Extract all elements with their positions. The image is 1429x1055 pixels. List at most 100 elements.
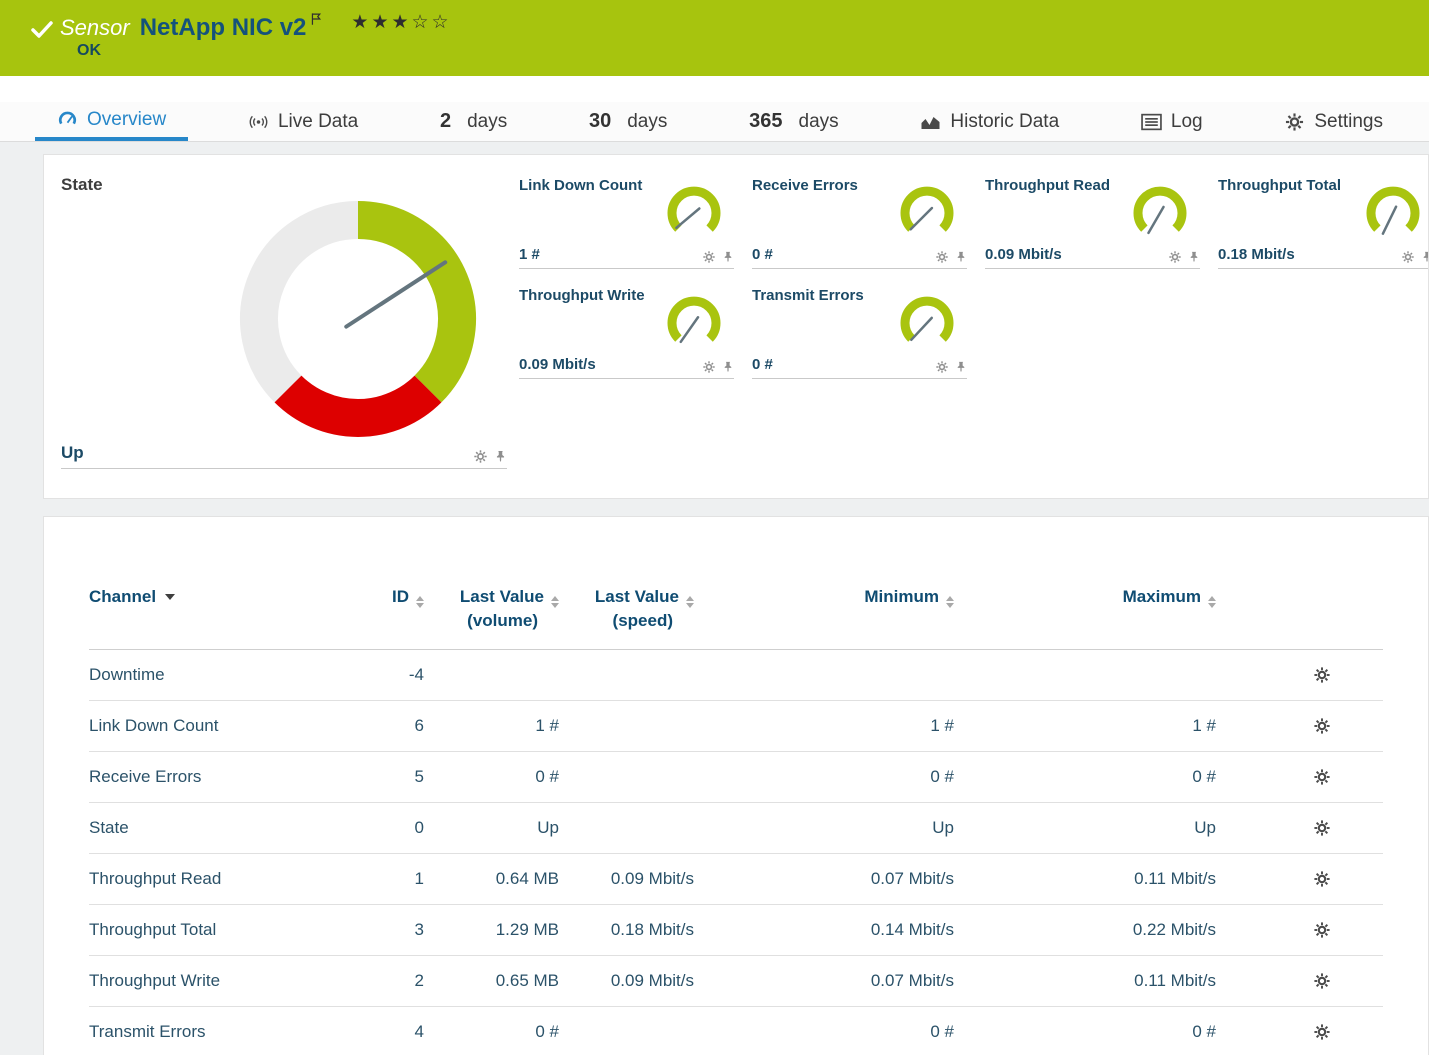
flag-icon[interactable] bbox=[310, 12, 323, 26]
sort-icon bbox=[551, 596, 559, 608]
mini-gauge-value: 0 # bbox=[752, 246, 773, 263]
pin-icon[interactable] bbox=[722, 361, 734, 373]
mini-gauge-title: Throughput Write bbox=[519, 287, 645, 304]
tab-log[interactable]: Log bbox=[1119, 102, 1225, 141]
tab-overview[interactable]: Overview bbox=[35, 102, 188, 141]
gear-icon[interactable] bbox=[474, 450, 487, 463]
mini-gauge-needle bbox=[676, 209, 699, 228]
tab-30-days[interactable]: 30 days bbox=[567, 102, 689, 141]
column-header-last-volume[interactable]: Last Value (volume) bbox=[424, 557, 559, 649]
mini-gauge: Link Down Count 1 # bbox=[519, 177, 734, 269]
channel-maximum: Up bbox=[954, 802, 1216, 853]
pin-icon[interactable] bbox=[494, 450, 507, 463]
tab-label: Log bbox=[1171, 111, 1203, 133]
channel-last-speed bbox=[559, 649, 694, 700]
state-gauge-dial bbox=[238, 199, 478, 439]
column-header-minimum[interactable]: Minimum bbox=[694, 557, 954, 649]
state-gauge-footer: Up bbox=[61, 443, 507, 469]
channel-settings-gear-icon[interactable] bbox=[1314, 718, 1330, 734]
table-row[interactable]: Transmit Errors 4 0 # 0 # 0 # bbox=[89, 1006, 1383, 1055]
channel-maximum: 0 # bbox=[954, 751, 1216, 802]
mini-gauge-grid: Link Down Count 1 # Receive Errors 0 # T… bbox=[519, 177, 1429, 379]
channel-minimum: 0.14 Mbit/s bbox=[694, 904, 954, 955]
sort-icon bbox=[946, 596, 954, 608]
table-row[interactable]: Downtime -4 bbox=[89, 649, 1383, 700]
column-label: Last Value bbox=[460, 587, 544, 606]
tab-365-days[interactable]: 365 days bbox=[727, 102, 861, 141]
mini-gauge-title: Link Down Count bbox=[519, 177, 642, 194]
column-header-maximum[interactable]: Maximum bbox=[954, 557, 1216, 649]
table-row[interactable]: Throughput Total 3 1.29 MB 0.18 Mbit/s 0… bbox=[89, 904, 1383, 955]
tab-live-data[interactable]: Live Data bbox=[226, 102, 380, 141]
channel-last-speed bbox=[559, 1006, 694, 1055]
channel-settings-gear-icon[interactable] bbox=[1314, 667, 1330, 683]
channel-settings-gear-icon[interactable] bbox=[1314, 769, 1330, 785]
gear-icon[interactable] bbox=[1402, 251, 1414, 263]
channel-name: Transmit Errors bbox=[89, 1006, 359, 1055]
tab-label: Historic Data bbox=[950, 111, 1059, 133]
mini-gauge-footer: 1 # bbox=[519, 246, 734, 269]
pin-icon[interactable] bbox=[955, 361, 967, 373]
channel-settings-gear-icon[interactable] bbox=[1314, 871, 1330, 887]
tab-label: Overview bbox=[87, 109, 166, 131]
tab-label: Settings bbox=[1314, 111, 1383, 133]
column-label: Last Value bbox=[595, 587, 679, 606]
pin-icon[interactable] bbox=[955, 251, 967, 263]
table-row[interactable]: Throughput Write 2 0.65 MB 0.09 Mbit/s 0… bbox=[89, 955, 1383, 1006]
tab-number: 30 bbox=[589, 110, 611, 133]
mini-gauge-value: 1 # bbox=[519, 246, 540, 263]
channel-last-volume: 0 # bbox=[424, 1006, 559, 1055]
column-header-channel[interactable]: Channel bbox=[89, 557, 359, 649]
table-row[interactable]: Link Down Count 6 1 # 1 # 1 # bbox=[89, 700, 1383, 751]
channel-last-speed bbox=[559, 802, 694, 853]
channel-last-volume: 1.29 MB bbox=[424, 904, 559, 955]
tab-label: days bbox=[627, 111, 667, 133]
gear-icon[interactable] bbox=[936, 361, 948, 373]
channel-settings-gear-icon[interactable] bbox=[1314, 1024, 1330, 1040]
channel-settings-gear-icon[interactable] bbox=[1314, 820, 1330, 836]
channel-maximum bbox=[954, 649, 1216, 700]
pin-icon[interactable] bbox=[1421, 251, 1429, 263]
state-value: Up bbox=[61, 443, 84, 463]
channel-name: State bbox=[89, 802, 359, 853]
channel-last-volume: 0.64 MB bbox=[424, 853, 559, 904]
gear-icon[interactable] bbox=[1169, 251, 1181, 263]
gear-icon[interactable] bbox=[703, 251, 715, 263]
mini-gauge-title: Receive Errors bbox=[752, 177, 858, 194]
table-row[interactable]: Throughput Read 1 0.64 MB 0.09 Mbit/s 0.… bbox=[89, 853, 1383, 904]
column-label: ID bbox=[392, 587, 409, 606]
mini-gauge-needle bbox=[1149, 207, 1164, 233]
sort-desc-icon bbox=[165, 594, 175, 600]
gear-icon[interactable] bbox=[703, 361, 715, 373]
mini-gauge-title: Transmit Errors bbox=[752, 287, 864, 304]
priority-stars[interactable]: ★★★☆☆ bbox=[351, 12, 451, 34]
mini-gauge-needle bbox=[681, 317, 698, 342]
gear-icon[interactable] bbox=[936, 251, 948, 263]
channel-maximum: 1 # bbox=[954, 700, 1216, 751]
sort-icon bbox=[686, 596, 694, 608]
tab-settings[interactable]: Settings bbox=[1262, 102, 1405, 141]
pin-icon[interactable] bbox=[1188, 251, 1200, 263]
channel-id: 4 bbox=[359, 1006, 424, 1055]
mini-gauge-needle bbox=[911, 208, 932, 229]
channel-settings-gear-icon[interactable] bbox=[1314, 973, 1330, 989]
channel-last-speed bbox=[559, 751, 694, 802]
tab-number: 365 bbox=[749, 110, 782, 133]
table-row[interactable]: Receive Errors 5 0 # 0 # 0 # bbox=[89, 751, 1383, 802]
gear-icon bbox=[1284, 113, 1305, 131]
mini-gauge: Transmit Errors 0 # bbox=[752, 287, 967, 379]
tab-historic-data[interactable]: Historic Data bbox=[898, 102, 1081, 141]
mini-gauge-footer: 0 # bbox=[752, 356, 967, 379]
channel-maximum: 0 # bbox=[954, 1006, 1216, 1055]
column-header-actions bbox=[1216, 557, 1383, 649]
channel-maximum: 0.11 Mbit/s bbox=[954, 955, 1216, 1006]
table-row[interactable]: State 0 Up Up Up bbox=[89, 802, 1383, 853]
channel-last-volume: 0.65 MB bbox=[424, 955, 559, 1006]
tab-2-days[interactable]: 2 days bbox=[418, 102, 529, 141]
channel-settings-gear-icon[interactable] bbox=[1314, 922, 1330, 938]
channel-id: 2 bbox=[359, 955, 424, 1006]
pin-icon[interactable] bbox=[722, 251, 734, 263]
channel-minimum: 0.07 Mbit/s bbox=[694, 853, 954, 904]
column-header-id[interactable]: ID bbox=[359, 557, 424, 649]
column-header-last-speed[interactable]: Last Value (speed) bbox=[559, 557, 694, 649]
